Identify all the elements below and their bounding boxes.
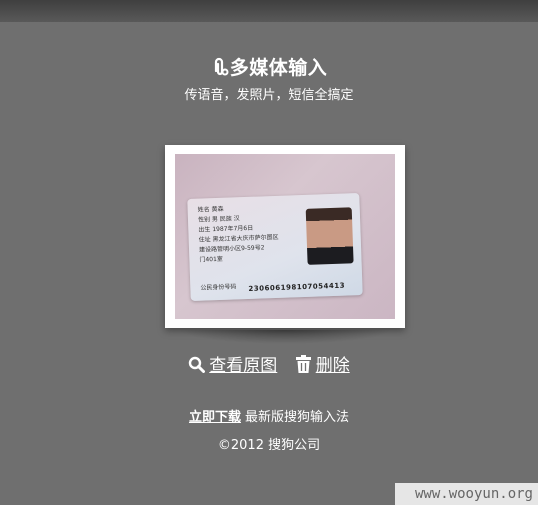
copyright-text: ©2012 搜狗公司 bbox=[217, 438, 321, 453]
id-card-photo: 姓名 黄森 性别 男 民族 汉 出生 1987年7月6日 住址 黑龙江省大庆市萨… bbox=[175, 154, 395, 319]
id-line: 门401室 bbox=[199, 255, 223, 264]
photo-thumbnail[interactable]: 姓名 黄森 性别 男 民族 汉 出生 1987年7月6日 住址 黑龙江省大庆市萨… bbox=[165, 145, 405, 328]
view-original-link[interactable]: 查看原图 bbox=[209, 356, 277, 376]
delete-button[interactable]: 删除 bbox=[295, 351, 350, 376]
trash-icon bbox=[295, 355, 311, 373]
page-title: 多媒体输入 bbox=[0, 53, 538, 82]
download-description: 最新版搜狗输入法 bbox=[245, 410, 350, 425]
magnifier-icon bbox=[189, 356, 206, 373]
download-line: 立即下载 最新版搜狗输入法 bbox=[0, 406, 538, 425]
page-title-text: 多媒体输入 bbox=[229, 57, 328, 79]
download-now-link[interactable]: 立即下载 bbox=[189, 410, 241, 425]
id-line: 建设路管明小区9-59号2 bbox=[198, 244, 265, 254]
id-line: 住址 黑龙江省大庆市萨尔图区 bbox=[198, 233, 279, 244]
watermark: www.wooyun.org bbox=[395, 483, 538, 505]
page-subtitle: 传语音，发照片，短信全搞定 bbox=[184, 88, 354, 103]
photo-actions: 查看原图 删除 bbox=[0, 351, 538, 376]
view-original-button[interactable]: 查看原图 bbox=[188, 351, 277, 376]
id-number-label: 公民身份号码 bbox=[200, 283, 237, 292]
photo-shadow bbox=[178, 330, 392, 344]
id-number: 230606198107054413 bbox=[248, 281, 346, 293]
delete-link[interactable]: 删除 bbox=[316, 356, 350, 376]
id-line: 姓名 黄森 bbox=[197, 205, 224, 214]
portrait bbox=[305, 207, 354, 265]
id-card: 姓名 黄森 性别 男 民族 汉 出生 1987年7月6日 住址 黑龙江省大庆市萨… bbox=[187, 193, 363, 301]
id-line: 性别 男 民族 汉 bbox=[197, 215, 240, 224]
top-bar bbox=[0, 0, 538, 22]
paperclip-icon bbox=[211, 57, 229, 82]
id-line: 出生 1987年7月6日 bbox=[198, 224, 254, 234]
